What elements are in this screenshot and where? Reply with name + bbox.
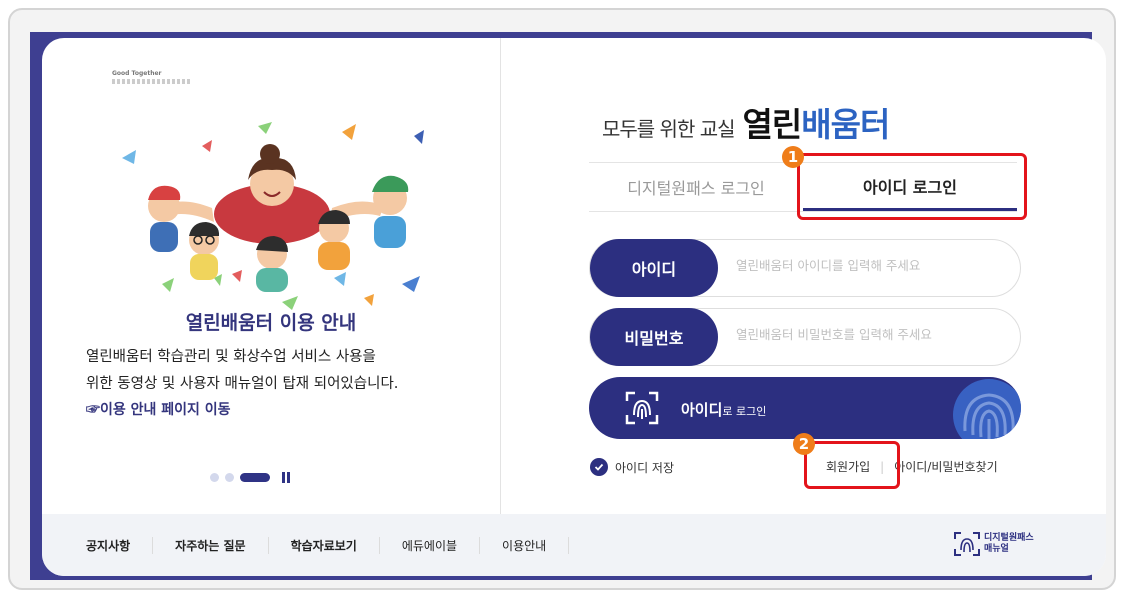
carousel-indicator — [210, 472, 290, 483]
step-badge-1: 1 — [782, 146, 804, 168]
fingerprint-icon — [954, 532, 980, 556]
fingerprint-scan-icon — [625, 391, 659, 425]
carousel-dot[interactable] — [225, 473, 234, 482]
nav-guide[interactable]: 이용안내 — [480, 537, 570, 554]
onepass-manual-link[interactable]: 디지털원패스 매뉴얼 — [954, 532, 1036, 556]
find-account-link[interactable]: 아이디/비밀번호찾기 — [894, 458, 997, 475]
brand-title: 모두를 위한 교실 열린 배움터 — [602, 98, 890, 146]
id-login-button[interactable]: 아이디로 로그인 — [589, 377, 1021, 439]
fingerprint-decoration-icon — [953, 379, 1021, 439]
password-input[interactable] — [736, 327, 1006, 342]
id-input[interactable] — [736, 258, 1006, 273]
brand-main: 열린 — [742, 105, 803, 144]
manual-label: 디지털원패스 매뉴얼 — [984, 533, 1036, 555]
checkbox-checked-icon[interactable] — [590, 458, 608, 476]
password-label: 비밀번호 — [590, 308, 718, 366]
column-divider — [500, 38, 501, 514]
carousel-dot[interactable] — [210, 473, 219, 482]
id-label: 아이디 — [590, 239, 718, 297]
nav-materials[interactable]: 학습자료보기 — [269, 537, 380, 554]
guide-description-line2: 위한 동영상 및 사용자 매뉴얼이 탑재 되어있습니다. — [86, 376, 399, 392]
step-badge-2: 2 — [793, 433, 815, 455]
save-id-label: 아이디 저장 — [615, 460, 675, 475]
guide-page-link[interactable]: ☞이용 안내 페이지 이동 — [86, 399, 231, 419]
highlight-signup-link — [804, 441, 900, 489]
manual-label-line1: 디지털원패스 — [984, 533, 1034, 543]
login-card: Good Together 열린배움터 이용 안내 열린배움터 학습관리 및 화… — [42, 38, 1106, 576]
people-illustration — [122, 122, 424, 310]
highlight-id-login-tab — [797, 153, 1027, 220]
login-button-sub: 로 로그인 — [722, 405, 767, 418]
carousel-dot-active[interactable] — [240, 473, 270, 482]
tab-digital-onepass[interactable]: 디지털원패스 로그인 — [589, 163, 803, 211]
illustration-subcaption — [112, 79, 192, 84]
login-button-label: 아이디로 로그인 — [681, 399, 766, 420]
brand-accent: 배움터 — [801, 105, 890, 144]
nav-eduable[interactable]: 에듀에이블 — [380, 537, 481, 554]
pause-icon[interactable] — [282, 472, 290, 483]
guide-title: 열린배움터 이용 안내 — [185, 312, 357, 334]
manual-label-line2: 매뉴얼 — [984, 544, 1009, 554]
bottom-bar: 공지사항 자주하는 질문 학습자료보기 에듀에이블 이용안내 디지털원패스 매뉴… — [42, 514, 1106, 576]
bottom-nav: 공지사항 자주하는 질문 학습자료보기 에듀에이블 이용안내 — [86, 537, 570, 554]
nav-faq[interactable]: 자주하는 질문 — [153, 537, 269, 554]
illustration-caption: Good Together — [112, 70, 162, 77]
brand-prefix: 모두를 위한 교실 — [602, 117, 736, 141]
guide-description-line1: 열린배움터 학습관리 및 화상수업 서비스 사용을 — [86, 349, 376, 365]
id-field: 아이디 — [589, 239, 1021, 297]
login-button-main: 아이디 — [681, 401, 723, 419]
nav-notice[interactable]: 공지사항 — [86, 537, 154, 554]
guide-description: 열린배움터 학습관리 및 화상수업 서비스 사용을 위한 동영상 및 사용자 매… — [86, 344, 398, 398]
save-id-option[interactable]: 아이디 저장 — [590, 458, 674, 476]
password-field: 비밀번호 — [589, 308, 1021, 366]
